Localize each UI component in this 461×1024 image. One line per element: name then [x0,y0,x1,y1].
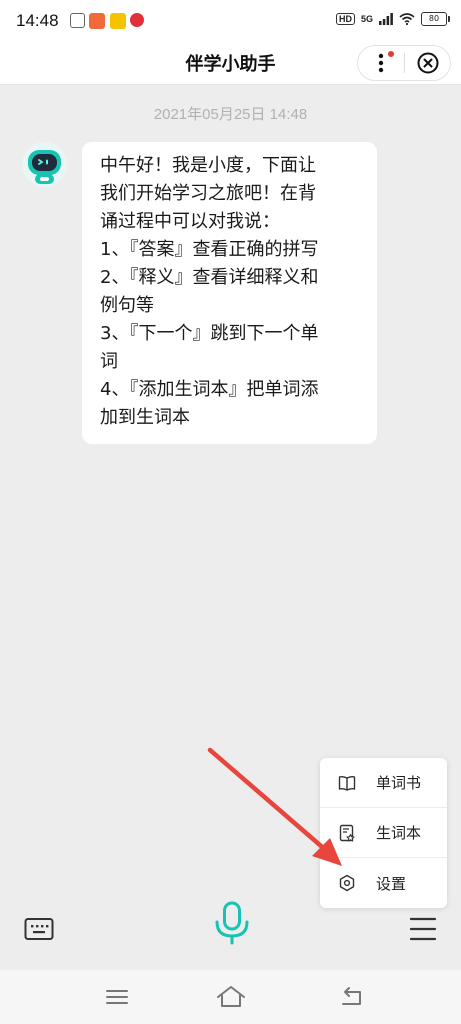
notification-icon-4 [130,13,144,27]
screen: 14:48 HD 5G 80 伴学小助手 2021年05月25日 14:48 中… [0,0,461,1024]
hamburger-menu-icon [409,917,437,941]
message-bubble: 中午好！我是小度，下面让 我们开始学习之旅吧！在背 诵过程中可以对我说： 1、『… [82,142,377,444]
back-button[interactable] [338,984,366,1010]
nav-bar: 伴学小助手 [0,42,461,85]
menu-button[interactable] [408,915,438,943]
hd-badge: HD [335,13,355,25]
recent-apps-button[interactable] [103,984,131,1010]
menu-item-vocabulary[interactable]: 生词本 [320,808,447,858]
message-line: 3、『下一个』跳到下一个单 [100,323,319,344]
message-line: 诵过程中可以对我说： [100,211,280,232]
system-nav-bar [0,970,461,1024]
status-bar: 14:48 HD 5G 80 [0,0,461,42]
home-button[interactable] [215,984,247,1010]
message-line: 例句等 [100,295,154,316]
message-line: 2、『释义』查看详细释义和 [100,267,319,288]
menu-item-label: 设置 [376,874,407,893]
back-icon [342,987,361,1005]
book-icon [338,774,356,792]
close-button[interactable] [405,46,450,80]
message-line: 4、『添加生词本』把单词添 [100,379,319,400]
notification-dot [388,51,394,57]
recent-apps-icon [106,990,128,1004]
keyboard-button[interactable] [24,917,54,941]
more-button[interactable] [358,46,404,80]
home-icon [217,986,245,1007]
wifi-icon [399,13,415,25]
menu-item-wordbook[interactable]: 单词书 [320,758,447,808]
menu-item-settings[interactable]: 设置 [320,858,447,908]
assistant-avatar [22,142,67,187]
message-line: 我们开始学习之旅吧！在背 [100,183,316,204]
close-circle-icon [417,52,438,74]
message-line: 词 [100,351,118,372]
settings-icon [338,874,356,892]
status-indicators: HD 5G 80 [335,12,450,26]
miniprogram-capsule [357,45,451,81]
message-line: 加到生词本 [100,407,190,428]
popup-menu: 单词书 生词本 设置 [320,758,447,908]
network-type: 5G [360,14,373,24]
message-line: 1、『答案』查看正确的拼写 [100,239,319,260]
notification-icon-2 [89,13,105,29]
menu-item-label: 生词本 [376,824,422,842]
signal-icon [379,13,393,25]
microphone-icon [215,901,249,945]
more-vertical-icon [378,53,384,73]
notification-icon-1 [70,13,85,28]
menu-item-label: 单词书 [376,774,422,792]
status-time: 14:48 [16,11,59,30]
keyboard-icon [24,918,54,940]
message-timestamp: 2021年05月25日 14:48 [153,106,308,123]
battery-icon: 80 [421,12,450,26]
robot-avatar-icon [22,142,67,187]
message-line: 中午好！我是小度，下面让 [100,155,316,176]
voice-input-button[interactable] [210,900,254,946]
notification-icon-3 [110,13,126,29]
notebook-star-icon [338,824,356,842]
